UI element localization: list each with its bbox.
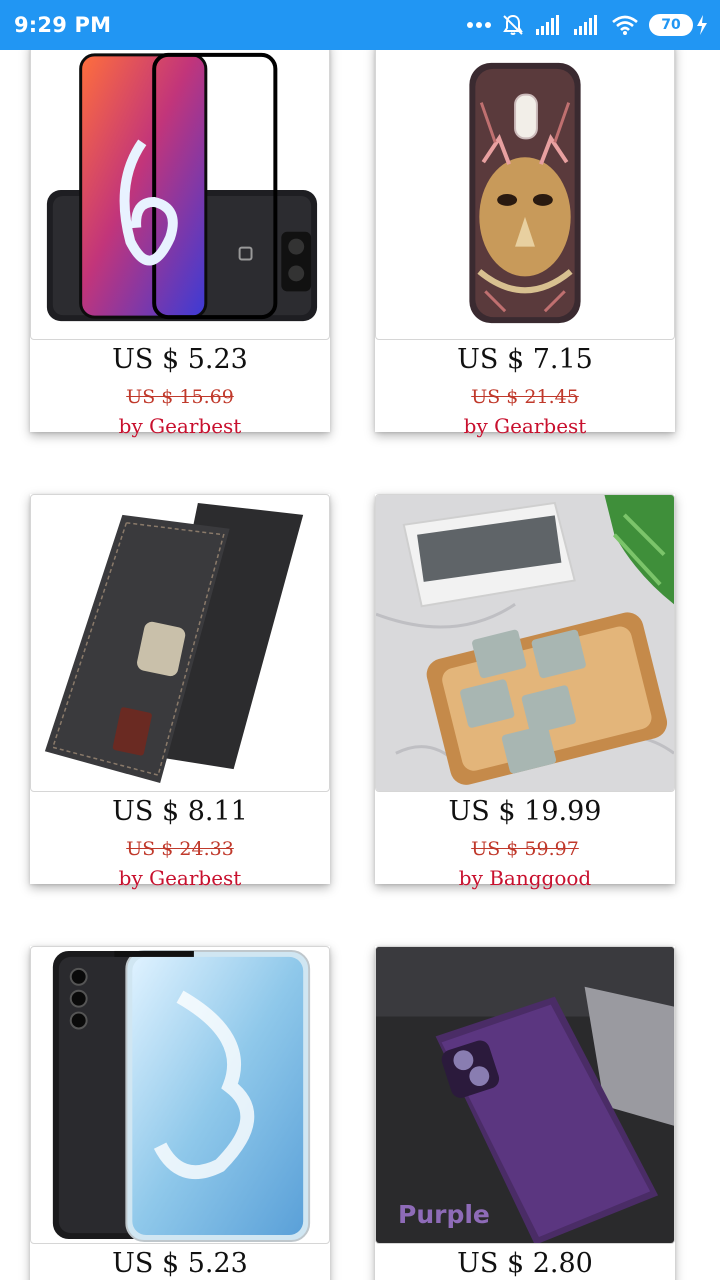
wifi-icon bbox=[611, 14, 639, 36]
product-card[interactable]: US $ 8.11 US $ 24.33 by Gearbest bbox=[30, 494, 330, 890]
product-price: US $ 19.99 bbox=[448, 796, 602, 827]
product-old-price: US $ 21.45 bbox=[471, 386, 579, 408]
status-bar: 9:29 PM 70 bbox=[0, 0, 720, 50]
product-grid: US $ 5.23 US $ 15.69 by Gearbest US $ 7.… bbox=[0, 50, 720, 1280]
product-old-price: US $ 59.97 bbox=[471, 838, 579, 860]
product-price: US $ 8.11 bbox=[112, 796, 248, 827]
product-seller: by Gearbest bbox=[118, 866, 242, 890]
product-image[interactable] bbox=[30, 494, 330, 792]
alarm-off-icon bbox=[501, 13, 525, 37]
product-price: US $ 2.80 bbox=[457, 1248, 593, 1279]
product-image[interactable] bbox=[375, 50, 675, 340]
product-card[interactable]: US $ 7.15 US $ 21.45 by Gearbest bbox=[375, 50, 675, 438]
wallet-case-image bbox=[44, 502, 304, 784]
purple-case-image bbox=[376, 947, 674, 1243]
phone-case-image bbox=[469, 62, 581, 324]
product-card[interactable]: Purple US $ 2.80 bbox=[375, 946, 675, 1280]
product-seller: by Gearbest bbox=[463, 414, 587, 438]
huawei-phone-image bbox=[52, 949, 311, 1243]
product-image[interactable] bbox=[375, 494, 675, 792]
product-old-price: US $ 15.69 bbox=[126, 386, 234, 408]
battery-icon: 70 bbox=[649, 14, 708, 36]
signal-icon bbox=[535, 14, 563, 36]
phone-image bbox=[46, 52, 318, 322]
product-price: US $ 7.15 bbox=[457, 344, 593, 375]
status-icons: 70 bbox=[467, 13, 708, 37]
product-seller: by Banggood bbox=[458, 866, 592, 890]
battery-level: 70 bbox=[649, 14, 693, 36]
product-image[interactable] bbox=[30, 946, 330, 1244]
product-image[interactable] bbox=[30, 50, 330, 340]
more-icon bbox=[467, 21, 491, 29]
charging-icon bbox=[696, 15, 708, 35]
product-old-price: US $ 24.33 bbox=[126, 838, 234, 860]
product-card[interactable]: US $ 19.99 US $ 59.97 by Banggood bbox=[375, 494, 675, 890]
product-card[interactable]: US $ 5.23 bbox=[30, 946, 330, 1280]
cleaning-wipes-image bbox=[376, 495, 674, 791]
image-caption: Purple bbox=[398, 1200, 490, 1229]
product-seller: by Gearbest bbox=[118, 414, 242, 438]
product-image[interactable]: Purple bbox=[375, 946, 675, 1244]
status-time: 9:29 PM bbox=[14, 13, 112, 37]
signal-icon bbox=[573, 14, 601, 36]
product-card[interactable]: US $ 5.23 US $ 15.69 by Gearbest bbox=[30, 50, 330, 438]
product-price: US $ 5.23 bbox=[112, 1248, 248, 1279]
product-price: US $ 5.23 bbox=[112, 344, 248, 375]
